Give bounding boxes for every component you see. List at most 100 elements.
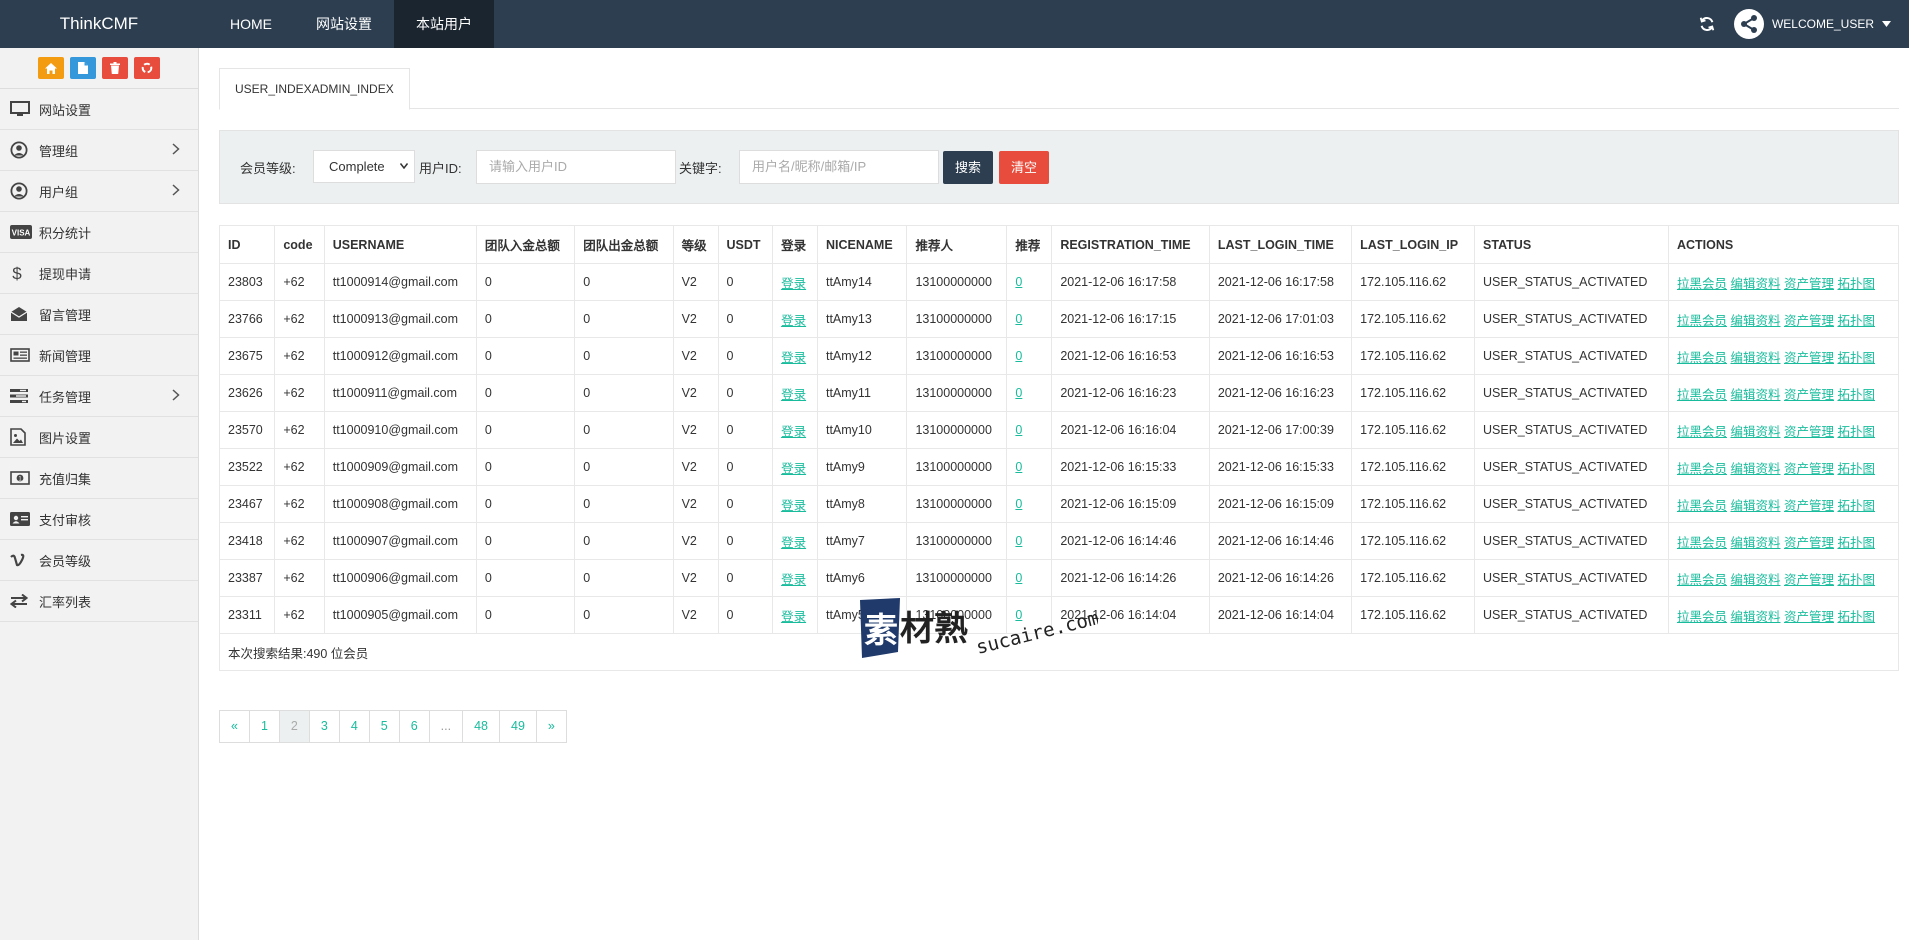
- login-as-user-link[interactable]: 登录: [781, 277, 806, 291]
- recommend-count-link[interactable]: 0: [1015, 312, 1022, 326]
- level-select[interactable]: Complete: [313, 150, 415, 183]
- login-as-user-link[interactable]: 登录: [781, 388, 806, 402]
- brand-logo[interactable]: ThinkCMF: [0, 0, 198, 48]
- recommend-count-link[interactable]: 0: [1015, 423, 1022, 437]
- asset-management-link[interactable]: 资产管理: [1784, 351, 1834, 365]
- asset-management-link[interactable]: 资产管理: [1784, 277, 1834, 291]
- edit-profile-link[interactable]: 编辑资料: [1730, 610, 1780, 624]
- welcome-user-label[interactable]: WELCOME_USER: [1772, 17, 1874, 31]
- sidebar-item-tasks[interactable]: 任务管理: [0, 376, 198, 417]
- sidebar-item-recharge[interactable]: 1 充值归集: [0, 458, 198, 499]
- blacklist-member-link[interactable]: 拉黑会员: [1677, 499, 1727, 513]
- sidebar-item-user-groups[interactable]: 用户组: [0, 171, 198, 212]
- sidebar-item-news[interactable]: 新闻管理: [0, 335, 198, 376]
- topology-link[interactable]: 拓扑图: [1837, 314, 1875, 328]
- login-as-user-link[interactable]: 登录: [781, 425, 806, 439]
- edit-profile-link[interactable]: 编辑资料: [1730, 351, 1780, 365]
- blacklist-member-link[interactable]: 拉黑会员: [1677, 462, 1727, 476]
- sidebar-item-site-settings[interactable]: 网站设置: [0, 89, 198, 130]
- page-3[interactable]: 3: [310, 711, 340, 742]
- page-2[interactable]: 2: [279, 711, 310, 742]
- topology-link[interactable]: 拓扑图: [1837, 536, 1875, 550]
- topology-link[interactable]: 拓扑图: [1837, 499, 1875, 513]
- blacklist-member-link[interactable]: 拉黑会员: [1677, 277, 1727, 291]
- sidebar-item-admin-groups[interactable]: 管理组: [0, 130, 198, 171]
- asset-management-link[interactable]: 资产管理: [1784, 499, 1834, 513]
- blacklist-member-link[interactable]: 拉黑会员: [1677, 573, 1727, 587]
- blacklist-member-link[interactable]: 拉黑会员: [1677, 536, 1727, 550]
- topology-link[interactable]: 拓扑图: [1837, 610, 1875, 624]
- recommend-count-link[interactable]: 0: [1015, 534, 1022, 548]
- edit-profile-link[interactable]: 编辑资料: [1730, 388, 1780, 402]
- nav-site-users[interactable]: 本站用户: [394, 0, 494, 48]
- edit-profile-link[interactable]: 编辑资料: [1730, 425, 1780, 439]
- asset-management-link[interactable]: 资产管理: [1784, 462, 1834, 476]
- nav-home[interactable]: HOME: [208, 0, 294, 48]
- edit-profile-link[interactable]: 编辑资料: [1730, 573, 1780, 587]
- sidebar-item-exchange-rates[interactable]: 汇率列表: [0, 581, 198, 622]
- asset-management-link[interactable]: 资产管理: [1784, 573, 1834, 587]
- refresh-icon[interactable]: [1698, 15, 1716, 33]
- login-as-user-link[interactable]: 登录: [781, 462, 806, 476]
- file-shortcut-button[interactable]: [70, 57, 96, 79]
- topology-link[interactable]: 拓扑图: [1837, 277, 1875, 291]
- recommend-count-link[interactable]: 0: [1015, 571, 1022, 585]
- user-menu[interactable]: WELCOME_USER: [1733, 9, 1891, 39]
- edit-profile-link[interactable]: 编辑资料: [1730, 536, 1780, 550]
- topology-link[interactable]: 拓扑图: [1837, 462, 1875, 476]
- userid-input[interactable]: 请输入用户ID: [476, 150, 676, 184]
- topology-link[interactable]: 拓扑图: [1837, 388, 1875, 402]
- avatar[interactable]: [1733, 9, 1764, 39]
- sidebar-item-messages[interactable]: 留言管理: [0, 294, 198, 335]
- tab-user-index[interactable]: USER_INDEXADMIN_INDEX: [219, 68, 410, 110]
- login-as-user-link[interactable]: 登录: [781, 573, 806, 587]
- page-6[interactable]: 6: [400, 711, 430, 742]
- topology-link[interactable]: 拓扑图: [1837, 351, 1875, 365]
- home-shortcut-button[interactable]: [38, 57, 64, 79]
- page-48[interactable]: 48: [463, 711, 500, 742]
- asset-management-link[interactable]: 资产管理: [1784, 610, 1834, 624]
- search-button[interactable]: 搜索: [943, 151, 994, 184]
- blacklist-member-link[interactable]: 拉黑会员: [1677, 610, 1727, 624]
- login-as-user-link[interactable]: 登录: [781, 610, 806, 624]
- page-49[interactable]: 49: [500, 711, 537, 742]
- topology-link[interactable]: 拓扑图: [1837, 573, 1875, 587]
- page-5[interactable]: 5: [370, 711, 400, 742]
- nav-site-settings[interactable]: 网站设置: [294, 0, 394, 48]
- recycle-shortcut-button[interactable]: [134, 57, 160, 79]
- sidebar-item-points-stats[interactable]: VISA 积分统计: [0, 212, 198, 253]
- blacklist-member-link[interactable]: 拉黑会员: [1677, 388, 1727, 402]
- trash-shortcut-button[interactable]: [102, 57, 128, 79]
- recommend-count-link[interactable]: 0: [1015, 497, 1022, 511]
- asset-management-link[interactable]: 资产管理: [1784, 425, 1834, 439]
- asset-management-link[interactable]: 资产管理: [1784, 536, 1834, 550]
- edit-profile-link[interactable]: 编辑资料: [1730, 277, 1780, 291]
- sidebar-item-payment-review[interactable]: 支付审核: [0, 499, 198, 540]
- edit-profile-link[interactable]: 编辑资料: [1730, 462, 1780, 476]
- page-4[interactable]: 4: [340, 711, 370, 742]
- keyword-input[interactable]: 用户名/昵称/邮箱/IP: [739, 150, 939, 184]
- recommend-count-link[interactable]: 0: [1015, 275, 1022, 289]
- page-next[interactable]: »: [537, 711, 567, 742]
- clear-button[interactable]: 清空: [999, 151, 1050, 184]
- edit-profile-link[interactable]: 编辑资料: [1730, 499, 1780, 513]
- topology-link[interactable]: 拓扑图: [1837, 425, 1875, 439]
- recommend-count-link[interactable]: 0: [1015, 386, 1022, 400]
- login-as-user-link[interactable]: 登录: [781, 351, 806, 365]
- sidebar-item-member-levels[interactable]: 会员等级: [0, 540, 198, 581]
- edit-profile-link[interactable]: 编辑资料: [1730, 314, 1780, 328]
- sidebar-item-withdraw-requests[interactable]: $ 提现申请: [0, 253, 198, 294]
- page-prev[interactable]: «: [220, 711, 250, 742]
- blacklist-member-link[interactable]: 拉黑会员: [1677, 351, 1727, 365]
- recommend-count-link[interactable]: 0: [1015, 349, 1022, 363]
- sidebar-item-image-settings[interactable]: 图片设置: [0, 417, 198, 458]
- login-as-user-link[interactable]: 登录: [781, 314, 806, 328]
- login-as-user-link[interactable]: 登录: [781, 499, 806, 513]
- login-as-user-link[interactable]: 登录: [781, 536, 806, 550]
- page-1[interactable]: 1: [250, 711, 280, 742]
- asset-management-link[interactable]: 资产管理: [1784, 314, 1834, 328]
- blacklist-member-link[interactable]: 拉黑会员: [1677, 314, 1727, 328]
- recommend-count-link[interactable]: 0: [1015, 460, 1022, 474]
- asset-management-link[interactable]: 资产管理: [1784, 388, 1834, 402]
- blacklist-member-link[interactable]: 拉黑会员: [1677, 425, 1727, 439]
